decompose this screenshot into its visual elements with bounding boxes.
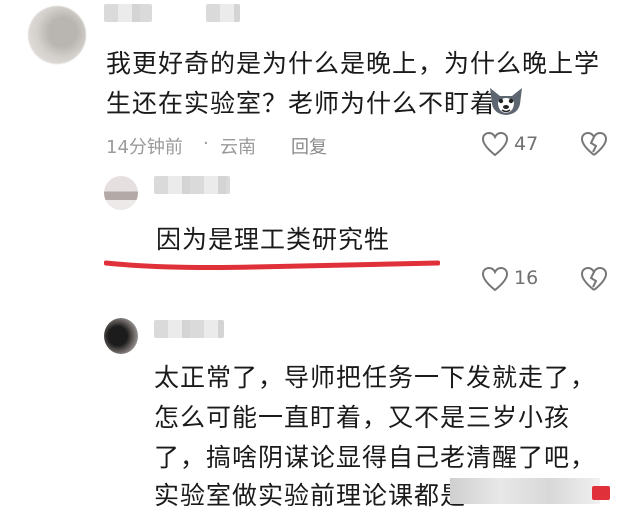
heart-icon[interactable] [481, 266, 509, 292]
comment-text-line: 怎么可能一直盯着，又不是三岁小孩 [154, 403, 571, 432]
red-underline-annotation [103, 257, 441, 273]
meta-separator: · [203, 133, 209, 154]
blurred-overlay [450, 478, 600, 504]
comment-text-line: 实验室做实验前理论课都是 [154, 481, 467, 510]
heart-icon[interactable] [481, 131, 509, 157]
username-blurred[interactable] [154, 176, 230, 194]
user-badge-blurred [206, 4, 240, 22]
avatar[interactable] [28, 6, 86, 64]
comment-time: 14分钟前 [106, 137, 183, 158]
comment-text: 因为是理工类研究牲 [156, 225, 391, 254]
broken-heart-icon[interactable] [580, 131, 608, 157]
username-blurred[interactable] [104, 4, 152, 22]
username-blurred[interactable] [154, 320, 224, 338]
reply-button[interactable]: 回复 [291, 133, 327, 159]
comment-text-line: 太正常了，导师把任务一下发就走了， [154, 363, 597, 392]
dog-face-emoji-icon [486, 84, 526, 118]
avatar[interactable] [104, 176, 138, 210]
broken-heart-icon[interactable] [580, 266, 608, 292]
red-marker [592, 486, 610, 500]
comment-text-line: 生还在实验室？老师为什么不盯着 [106, 89, 497, 118]
comment-location: 云南 [220, 137, 256, 158]
comment-text-line: 我更好奇的是为什么是晚上，为什么晚上学 [106, 49, 601, 78]
like-count: 16 [514, 267, 539, 289]
avatar[interactable] [104, 318, 138, 354]
like-count: 47 [514, 133, 539, 155]
